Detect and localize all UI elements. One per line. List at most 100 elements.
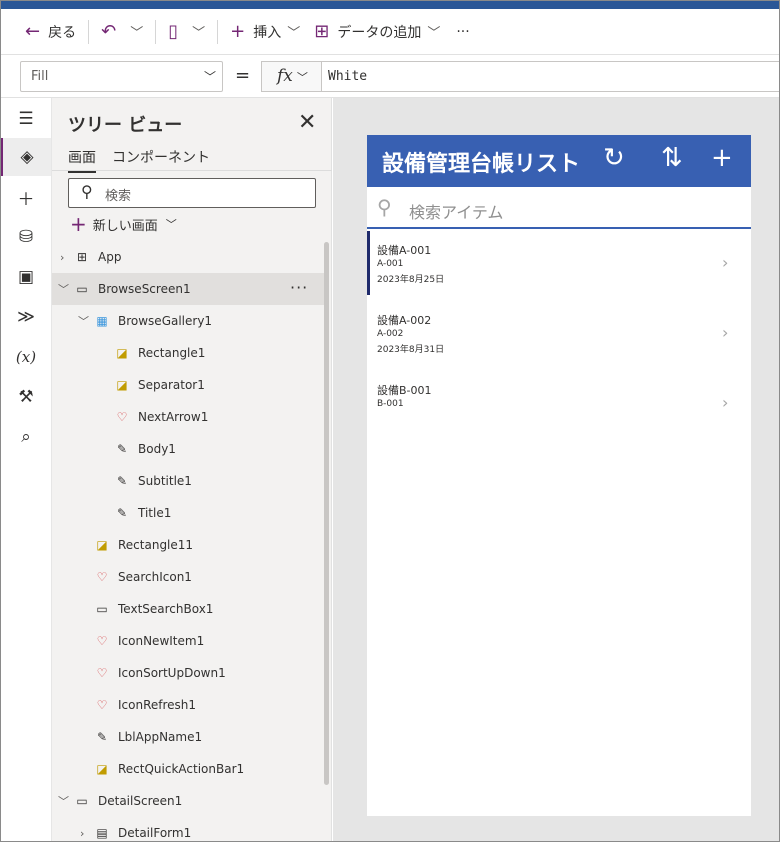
tree-node-label: Rectangle11 <box>118 538 194 552</box>
app-window: ← 戻る ↶ ﹀ ▯ ﹀ + 挿入 ﹀ ⊞ データの追加 ﹀ ··· Fill … <box>0 0 780 842</box>
property-dropdown[interactable]: Fill ﹀ <box>20 61 223 92</box>
layers-icon: ◈ <box>20 147 34 167</box>
app-preview-screen[interactable]: 設備管理台帳リスト ↻ ⇅ + ⚲ 検索アイテム 設備A-001 A-001 2… <box>367 135 751 816</box>
more-options-icon[interactable]: ··· <box>290 278 308 297</box>
tree-node-label: BrowseScreen1 <box>98 282 191 296</box>
property-value: Fill <box>31 69 49 84</box>
tree-node-detail-screen[interactable]: ﹀ ▭ DetailScreen1 <box>52 785 324 817</box>
media-icon: ▣ <box>17 267 35 287</box>
item-title: 設備A-002 <box>377 314 432 327</box>
text-input-icon: ▭ <box>96 602 108 616</box>
new-item-plus-icon[interactable]: + <box>711 145 733 171</box>
new-screen-button[interactable]: + 新しい画面 ﹀ <box>70 214 177 234</box>
app-search-box[interactable]: ⚲ 検索アイテム <box>367 187 751 229</box>
form-icon: ▤ <box>96 826 108 840</box>
tree-node-rect-quick-action-bar[interactable]: ◪ RectQuickActionBar1 <box>52 753 324 785</box>
tree-scrollbar[interactable] <box>324 242 329 785</box>
tree-node-label: App <box>98 250 122 264</box>
more-commands-button[interactable]: ··· <box>452 17 473 47</box>
tree-node-lbl-app-name[interactable]: ✎ LblAppName1 <box>52 721 324 753</box>
tree-node-label: RectQuickActionBar1 <box>118 762 245 776</box>
tree-node-rectangle11[interactable]: ◪ Rectangle11 <box>52 529 324 561</box>
formula-input[interactable]: White <box>321 61 779 92</box>
tree-node-next-arrow[interactable]: ♡ NextArrow1 <box>52 401 324 433</box>
tree-node-title[interactable]: ✎ Title1 <box>52 497 324 529</box>
plus-icon: ＋ <box>17 189 35 210</box>
flow-icon: ≫ <box>17 307 35 327</box>
chevron-down-icon: ﹀ <box>58 795 69 808</box>
undo-button[interactable]: ↶ <box>97 17 120 47</box>
tree-node-body[interactable]: ✎ Body1 <box>52 433 324 465</box>
icon-control-icon: ♡ <box>116 410 128 424</box>
refresh-icon[interactable]: ↻ <box>603 145 625 171</box>
chevron-down-icon: ﹀ <box>203 70 216 84</box>
tree-node-label: IconNewItem1 <box>118 634 205 648</box>
chevron-right-icon[interactable]: › <box>722 253 728 272</box>
tree-node-rectangle[interactable]: ◪ Rectangle1 <box>52 337 324 369</box>
variables-rail-button[interactable]: (x) <box>1 338 51 376</box>
shape-icon: ◪ <box>116 346 128 360</box>
tree-node-separator[interactable]: ◪ Separator1 <box>52 369 324 401</box>
insert-label: 挿入 <box>253 24 282 41</box>
label-icon: ✎ <box>116 442 128 456</box>
tree-node-browse-screen[interactable]: ﹀ ▭ BrowseScreen1 ··· <box>52 273 324 305</box>
tree-node-icon-refresh[interactable]: ♡ IconRefresh1 <box>52 689 324 721</box>
panel-title: ツリー ビュー <box>68 115 183 136</box>
paste-dropdown[interactable]: ﹀ <box>182 17 209 47</box>
tree-node-label: NextArrow1 <box>138 410 209 424</box>
chevron-down-icon: ﹀ <box>130 26 144 41</box>
hamburger-menu-button[interactable]: ☰ <box>1 100 51 138</box>
sort-up-down-icon[interactable]: ⇅ <box>661 145 683 171</box>
fx-icon: fx <box>277 66 293 86</box>
tree-node-icon-sort[interactable]: ♡ IconSortUpDown1 <box>52 657 324 689</box>
new-screen-label: 新しい画面 <box>92 218 158 234</box>
tree-node-gallery[interactable]: ﹀ ▦ BrowseGallery1 <box>52 305 324 337</box>
advanced-tools-rail-button[interactable]: ⚒ <box>1 378 51 416</box>
power-automate-rail-button[interactable]: ≫ <box>1 298 51 336</box>
search-rail-button[interactable]: ⌕ <box>1 418 51 456</box>
tree-search-input[interactable]: ⚲ 検索 <box>68 178 316 208</box>
title-strip <box>1 1 779 9</box>
chevron-right-icon[interactable]: › <box>722 393 728 412</box>
media-rail-button[interactable]: ▣ <box>1 258 51 296</box>
command-bar: ← 戻る ↶ ﹀ ▯ ﹀ + 挿入 ﹀ ⊞ データの追加 ﹀ ··· <box>1 9 779 55</box>
add-data-button[interactable]: ⊞ データの追加 ﹀ <box>310 17 444 47</box>
icon-control-icon: ♡ <box>96 666 108 680</box>
gallery-item[interactable]: 設備B-001 B-001 › <box>367 371 751 441</box>
gallery-item[interactable]: 設備A-002 A-002 2023年8月31日 › <box>367 301 751 371</box>
gallery-item[interactable]: 設備A-001 A-001 2023年8月25日 › <box>367 231 751 301</box>
icon-control-icon: ♡ <box>96 698 108 712</box>
add-data-label: データの追加 <box>337 24 422 41</box>
chevron-right-icon[interactable]: › <box>722 323 728 342</box>
label-icon: ✎ <box>116 474 128 488</box>
item-body: 2023年8月25日 <box>377 275 445 285</box>
database-icon: ⛁ <box>18 227 34 247</box>
tree-node-icon-new-item[interactable]: ♡ IconNewItem1 <box>52 625 324 657</box>
tree-node-label: Title1 <box>138 506 172 520</box>
insert-button[interactable]: + 挿入 ﹀ <box>226 17 304 47</box>
chevron-down-icon: ﹀ <box>58 283 69 296</box>
tree-node-label: DetailForm1 <box>118 826 192 840</box>
back-button[interactable]: ← 戻る <box>21 17 80 47</box>
chevron-down-icon: ﹀ <box>192 26 206 41</box>
back-label: 戻る <box>48 24 77 41</box>
tree-node-subtitle[interactable]: ✎ Subtitle1 <box>52 465 324 497</box>
data-rail-button[interactable]: ⛁ <box>1 218 51 256</box>
tree-node-app[interactable]: › ⊞ App <box>52 241 324 273</box>
function-button[interactable]: fx ﹀ <box>261 61 321 92</box>
tree-view-button[interactable]: ◈ <box>1 138 51 176</box>
app-title[interactable]: 設備管理台帳リスト <box>382 146 580 178</box>
paste-button[interactable]: ▯ <box>164 17 182 47</box>
tree-node-detail-form[interactable]: › ▤ DetailForm1 <box>52 817 324 841</box>
tree-node-search-icon[interactable]: ♡ SearchIcon1 <box>52 561 324 593</box>
hamburger-icon: ☰ <box>18 109 34 129</box>
item-title: 設備A-001 <box>377 244 432 257</box>
item-title: 設備B-001 <box>377 384 432 397</box>
tree-node-text-search-box[interactable]: ▭ TextSearchBox1 <box>52 593 324 625</box>
insert-rail-button[interactable]: ＋ <box>1 178 51 216</box>
close-icon[interactable]: ✕ <box>298 110 316 135</box>
left-rail: ☰ ◈ ＋ ⛁ ▣ ≫ (x) ⚒ ⌕ <box>1 98 52 841</box>
shape-icon: ◪ <box>96 762 108 776</box>
tree-node-label: LblAppName1 <box>118 730 203 744</box>
undo-dropdown[interactable]: ﹀ <box>120 17 147 47</box>
